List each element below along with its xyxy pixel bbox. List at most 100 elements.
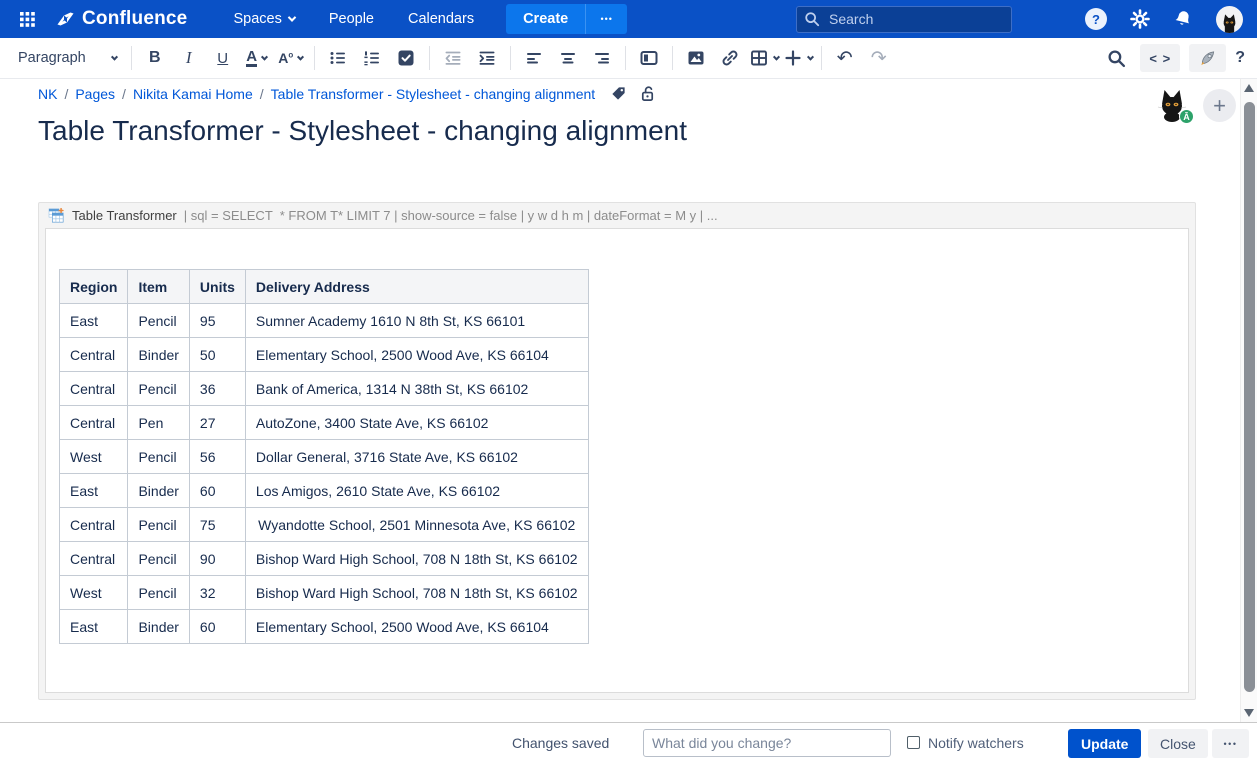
table-row[interactable]: Central Pen 27 AutoZone, 3400 State Ave,…	[60, 406, 589, 440]
address-cell[interactable]: Wyandotte School, 2501 Minnesota Ave, KS…	[245, 508, 588, 542]
breadcrumb-pages-link[interactable]: Pages	[75, 86, 115, 102]
page-title[interactable]: Table Transformer - Stylesheet - changin…	[38, 115, 687, 147]
address-cell[interactable]: Dollar General, 3716 State Ave, KS 66102	[245, 440, 588, 474]
table-row[interactable]: West Pencil 32 Bishop Ward High School, …	[60, 576, 589, 610]
units-cell[interactable]: 50	[189, 338, 245, 372]
task-list-button[interactable]	[391, 43, 421, 73]
bullet-list-button[interactable]	[323, 43, 353, 73]
item-cell[interactable]: Pencil	[128, 508, 189, 542]
units-cell[interactable]: 32	[189, 576, 245, 610]
table-row[interactable]: East Binder 60 Elementary School, 2500 W…	[60, 610, 589, 644]
unlock-icon[interactable]	[639, 85, 656, 102]
units-cell[interactable]: 90	[189, 542, 245, 576]
redo-button[interactable]: ↷	[864, 43, 894, 73]
address-cell[interactable]: AutoZone, 3400 State Ave, KS 66102	[245, 406, 588, 440]
settings-gear-icon[interactable]	[1130, 9, 1150, 29]
table-row[interactable]: West Pencil 56 Dollar General, 3716 Stat…	[60, 440, 589, 474]
confluence-brand[interactable]: Confluence	[56, 8, 187, 30]
insert-image-button[interactable]	[681, 43, 711, 73]
address-cell[interactable]: Bank of America, 1314 N 38th St, KS 6610…	[245, 372, 588, 406]
align-left-button[interactable]	[519, 43, 549, 73]
navbar-more-button[interactable]: •••	[585, 4, 627, 34]
address-cell[interactable]: Elementary School, 2500 Wood Ave, KS 661…	[245, 610, 588, 644]
delivery-table[interactable]: Region Item Units Delivery Address East …	[59, 269, 589, 644]
region-cell[interactable]: Central	[60, 338, 128, 372]
table-row[interactable]: Central Binder 50 Elementary School, 250…	[60, 338, 589, 372]
item-cell[interactable]: Pencil	[128, 440, 189, 474]
units-cell[interactable]: 56	[189, 440, 245, 474]
item-cell[interactable]: Binder	[128, 338, 189, 372]
breadcrumb-page-link[interactable]: Table Transformer - Stylesheet - changin…	[271, 86, 596, 102]
units-cell[interactable]: 75	[189, 508, 245, 542]
footer-more-button[interactable]: •••	[1212, 729, 1249, 758]
item-cell[interactable]: Pencil	[128, 542, 189, 576]
scroll-up-arrow-icon[interactable]	[1244, 84, 1254, 92]
align-right-button[interactable]	[587, 43, 617, 73]
units-cell[interactable]: 36	[189, 372, 245, 406]
units-cell[interactable]: 60	[189, 474, 245, 508]
notifications-bell-icon[interactable]	[1173, 9, 1193, 29]
help-icon[interactable]: ?	[1085, 8, 1107, 30]
table-transformer-macro[interactable]: Table Transformer | sql = SELECT * FROM …	[38, 202, 1196, 700]
source-editor-button[interactable]: < >	[1140, 44, 1180, 72]
outdent-button[interactable]	[438, 43, 468, 73]
table-row[interactable]: Central Pencil 90 Bishop Ward High Schoo…	[60, 542, 589, 576]
address-cell[interactable]: Los Amigos, 2610 State Ave, KS 66102	[245, 474, 588, 508]
table-row[interactable]: Central Pencil 36 Bank of America, 1314 …	[60, 372, 589, 406]
nav-calendars[interactable]: Calendars	[396, 5, 486, 33]
rocket-addon-button[interactable]	[1189, 44, 1226, 72]
editor-help-button[interactable]: ?	[1235, 49, 1245, 67]
vertical-scrollbar[interactable]	[1240, 79, 1257, 722]
region-cell[interactable]: West	[60, 440, 128, 474]
more-formatting-button[interactable]: Ao	[276, 43, 306, 73]
address-cell[interactable]: Bishop Ward High School, 708 N 18th St, …	[245, 542, 588, 576]
bold-button[interactable]: B	[140, 43, 170, 73]
underline-button[interactable]: U	[208, 43, 238, 73]
indent-button[interactable]	[472, 43, 502, 73]
notify-watchers-checkbox[interactable]	[907, 736, 920, 749]
labels-tag-icon[interactable]	[610, 85, 627, 102]
item-cell[interactable]: Pencil	[128, 372, 189, 406]
page-layout-button[interactable]	[634, 43, 664, 73]
address-cell[interactable]: Bishop Ward High School, 708 N 18th St, …	[245, 576, 588, 610]
item-cell[interactable]: Pen	[128, 406, 189, 440]
column-header[interactable]: Units	[189, 270, 245, 304]
table-row[interactable]: Central Pencil 75 Wyandotte School, 2501…	[60, 508, 589, 542]
units-cell[interactable]: 27	[189, 406, 245, 440]
region-cell[interactable]: East	[60, 474, 128, 508]
update-button[interactable]: Update	[1068, 729, 1141, 758]
table-row[interactable]: East Binder 60 Los Amigos, 2610 State Av…	[60, 474, 589, 508]
region-cell[interactable]: Central	[60, 542, 128, 576]
address-cell[interactable]: Elementary School, 2500 Wood Ave, KS 661…	[245, 338, 588, 372]
units-cell[interactable]: 95	[189, 304, 245, 338]
column-header[interactable]: Region	[60, 270, 128, 304]
column-header[interactable]: Delivery Address	[245, 270, 588, 304]
text-color-button[interactable]: A	[242, 43, 272, 73]
paragraph-style-dropdown[interactable]: Paragraph	[12, 43, 123, 73]
region-cell[interactable]: East	[60, 304, 128, 338]
insert-table-button[interactable]	[749, 43, 779, 73]
insert-link-button[interactable]	[715, 43, 745, 73]
region-cell[interactable]: Central	[60, 508, 128, 542]
user-avatar[interactable]	[1216, 6, 1243, 33]
region-cell[interactable]: Central	[60, 406, 128, 440]
scrollbar-thumb[interactable]	[1244, 102, 1255, 692]
insert-more-content-button[interactable]	[783, 43, 813, 73]
find-replace-button[interactable]	[1101, 43, 1131, 73]
nav-spaces[interactable]: Spaces	[221, 5, 306, 33]
item-cell[interactable]: Binder	[128, 474, 189, 508]
italic-button[interactable]: I	[174, 43, 204, 73]
app-switcher-icon[interactable]	[14, 6, 40, 32]
table-row[interactable]: East Pencil 95 Sumner Academy 1610 N 8th…	[60, 304, 589, 338]
breadcrumb-space-link[interactable]: NK	[38, 86, 57, 102]
close-button[interactable]: Close	[1148, 729, 1208, 758]
item-cell[interactable]: Pencil	[128, 304, 189, 338]
address-cell[interactable]: Sumner Academy 1610 N 8th St, KS 66101	[245, 304, 588, 338]
align-center-button[interactable]	[553, 43, 583, 73]
contributor-avatar[interactable]: Ā	[1154, 86, 1190, 122]
create-button[interactable]: Create	[506, 4, 585, 34]
column-header[interactable]: Item	[128, 270, 189, 304]
quick-add-button[interactable]: +	[1203, 89, 1236, 122]
undo-button[interactable]: ↶	[830, 43, 860, 73]
macro-header[interactable]: Table Transformer | sql = SELECT * FROM …	[39, 203, 1195, 228]
